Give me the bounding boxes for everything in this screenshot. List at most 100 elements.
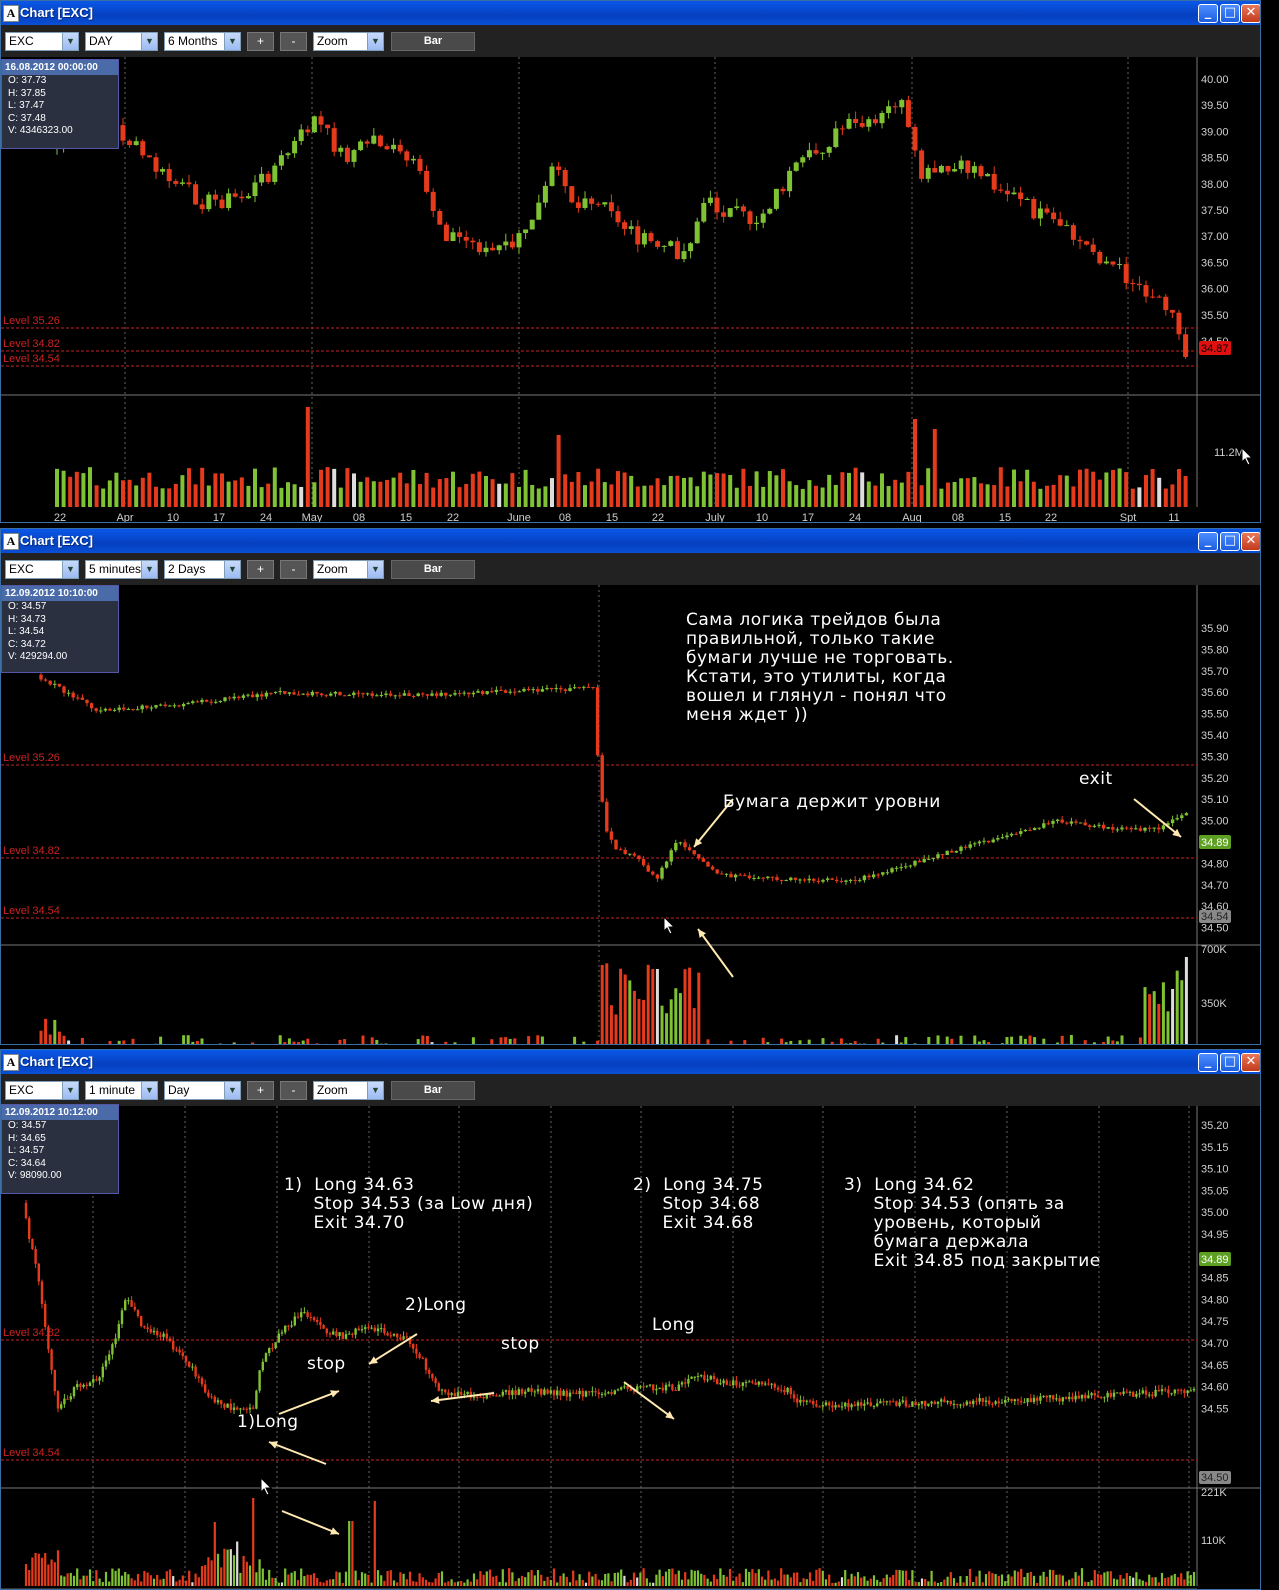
zoom-select[interactable]: Zoom ▼ <box>313 560 384 579</box>
candle <box>949 1401 952 1405</box>
zoom-out-button[interactable]: - <box>280 32 307 51</box>
minimize-button[interactable]: _ <box>1198 532 1218 551</box>
volume-bar <box>1032 1575 1036 1586</box>
volume-bar <box>728 474 733 507</box>
interval-select[interactable]: 5 minutes ▼ <box>85 560 158 579</box>
candle <box>177 705 181 707</box>
candle <box>911 1401 914 1407</box>
candle <box>847 1402 850 1408</box>
candle <box>1048 1395 1052 1398</box>
volume-bar <box>575 1580 578 1586</box>
zoom-out-button[interactable]: - <box>280 560 307 579</box>
volume-bar <box>297 1042 301 1044</box>
volume-bar <box>444 478 449 507</box>
volume-bar <box>565 1576 568 1586</box>
info-volume: V: 429294.00 <box>8 651 68 663</box>
minimize-button[interactable]: _ <box>1198 4 1218 23</box>
title-bar[interactable]: A Chart [EXC] _ □ ✕ <box>1 1 1260 25</box>
volume-bar <box>1144 1581 1148 1586</box>
symbol-select[interactable]: EXC ▼ <box>5 1081 79 1100</box>
volume-bar <box>1012 469 1016 507</box>
candle <box>901 1400 904 1403</box>
volume-bar <box>425 1035 429 1044</box>
candle <box>517 1389 520 1395</box>
volume-bar <box>94 485 99 507</box>
volume-bar <box>807 1039 811 1044</box>
candle <box>787 170 793 192</box>
volume-bar <box>1157 1003 1161 1044</box>
candle <box>1092 825 1097 827</box>
candle <box>1152 827 1156 829</box>
close-button[interactable]: ✕ <box>1241 1053 1260 1072</box>
volume-bar <box>873 485 878 507</box>
candle <box>1164 1389 1167 1391</box>
minimize-button[interactable]: _ <box>1198 1053 1218 1072</box>
symbol-select[interactable]: EXC ▼ <box>5 32 79 51</box>
candle <box>290 1325 293 1327</box>
bar-mode-button[interactable]: Bar <box>391 32 475 51</box>
volume-bar <box>385 479 389 507</box>
volume-bar <box>988 1571 991 1586</box>
volume-bar <box>197 1577 200 1586</box>
candle <box>543 1389 546 1395</box>
zoom-in-button[interactable]: + <box>247 32 274 51</box>
volume-bar <box>776 1580 780 1586</box>
volume-bar <box>920 1578 924 1586</box>
bar-mode-button[interactable]: Bar <box>391 1081 475 1100</box>
period-select[interactable]: 6 Months ▼ <box>164 32 241 51</box>
candle <box>661 245 667 247</box>
interval-select[interactable]: DAY ▼ <box>85 32 158 51</box>
title-bar[interactable]: A Chart [EXC] _ □ ✕ <box>1 1050 1260 1074</box>
candle <box>618 849 623 851</box>
candle <box>724 873 729 875</box>
candle <box>715 869 719 874</box>
volume-bar <box>1005 1037 1009 1044</box>
volume-bar <box>504 1037 508 1044</box>
volume-bar <box>563 474 568 507</box>
candle <box>789 1387 792 1395</box>
volume-bar <box>1031 481 1036 507</box>
y-tick-label: 39.50 <box>1201 100 1229 112</box>
period-select[interactable]: 2 Days ▼ <box>164 560 241 579</box>
volume-bar <box>140 1581 143 1586</box>
volume-bar <box>175 1581 178 1586</box>
candle <box>513 691 517 693</box>
bar-mode-button[interactable]: Bar <box>391 560 475 579</box>
title-bar[interactable]: A Chart [EXC] _ □ ✕ <box>1 529 1260 553</box>
period-select[interactable]: Day ▼ <box>164 1081 241 1100</box>
zoom-select[interactable]: Zoom ▼ <box>313 32 384 51</box>
volume-bar <box>1077 1575 1080 1586</box>
candle <box>431 1373 434 1379</box>
volume-bar <box>1164 1578 1167 1586</box>
zoom-select[interactable]: Zoom ▼ <box>313 1081 384 1100</box>
intraday-5min-chart-canvas[interactable]: 35.9035.8035.7035.6035.5035.4035.3035.20… <box>1 585 1261 1045</box>
volume-bar <box>511 1572 514 1586</box>
maximize-button[interactable]: □ <box>1220 532 1240 551</box>
volume-bar <box>536 1035 540 1044</box>
volume-bar <box>908 1579 911 1586</box>
volume-bar <box>767 1570 770 1586</box>
volume-bar <box>728 1569 732 1586</box>
volume-bar <box>939 488 944 507</box>
volume-bar <box>658 1569 661 1586</box>
symbol-value: EXC <box>9 562 34 576</box>
zoom-out-button[interactable]: - <box>280 1081 307 1100</box>
symbol-select[interactable]: EXC ▼ <box>5 560 79 579</box>
candle <box>47 1326 50 1350</box>
close-button[interactable]: ✕ <box>1241 4 1260 23</box>
info-high: H: 37.85 <box>8 87 46 99</box>
volume-bar <box>216 1553 220 1586</box>
maximize-button[interactable]: □ <box>1220 1053 1240 1072</box>
daily-chart-canvas[interactable]: 40.0039.5039.0038.5038.0037.5037.0036.50… <box>1 57 1261 523</box>
annotation-arrow <box>268 1441 327 1465</box>
maximize-button[interactable]: □ <box>1220 4 1240 23</box>
candle <box>1184 813 1189 816</box>
volume-bar <box>1084 1581 1087 1586</box>
zoom-in-button[interactable]: + <box>247 560 274 579</box>
close-button[interactable]: ✕ <box>1241 532 1260 551</box>
volume-bar <box>1175 970 1179 1044</box>
candle <box>1051 820 1055 824</box>
zoom-in-button[interactable]: + <box>247 1081 274 1100</box>
interval-select[interactable]: 1 minute ▼ <box>85 1081 158 1100</box>
volume-bar <box>761 486 766 507</box>
